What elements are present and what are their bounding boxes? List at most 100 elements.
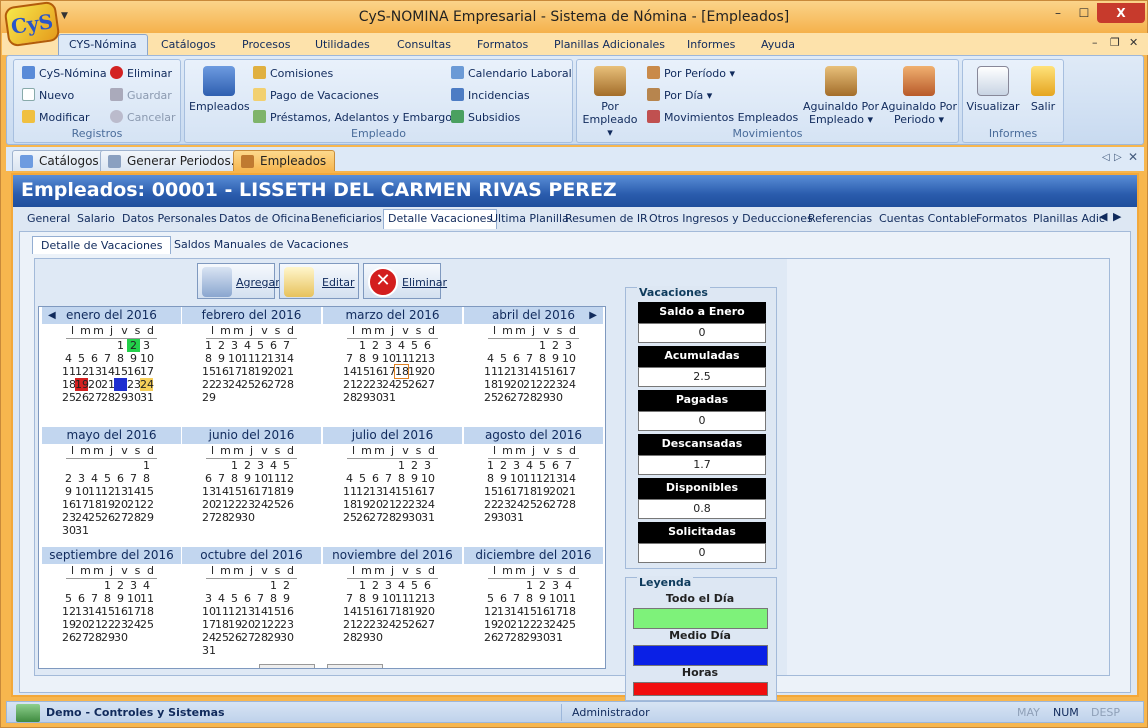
menu-consultas[interactable]: Consultas — [397, 38, 451, 51]
day-cell[interactable]: 4 — [267, 459, 280, 472]
day-cell[interactable]: 14 — [280, 352, 294, 365]
tab-planillas-adic[interactable]: Planillas Adic — [1033, 212, 1105, 225]
day-cell[interactable]: 12 — [75, 365, 89, 378]
day-cell[interactable]: 10 — [75, 485, 89, 498]
day-cell[interactable]: 29 — [101, 631, 115, 644]
day-cell[interactable]: 19 — [536, 485, 550, 498]
day-cell[interactable]: 14 — [343, 605, 357, 618]
day-cell[interactable]: 6 — [88, 352, 101, 365]
day-cell[interactable]: 11 — [484, 365, 498, 378]
day-cell[interactable]: 31 — [549, 631, 563, 644]
day-cell[interactable]: 20 — [267, 365, 281, 378]
day-cell[interactable]: 22 — [267, 618, 281, 631]
day-cell[interactable]: 15 — [267, 605, 281, 618]
tab-beneficiarios[interactable]: Beneficiarios — [311, 212, 382, 225]
day-cell[interactable]: 17 — [254, 485, 268, 498]
tab-datos-oficina[interactable]: Datos de Oficina — [219, 212, 310, 225]
day-cell[interactable]: 15 — [356, 605, 370, 618]
day-cell[interactable]: 26 — [62, 631, 76, 644]
day-cell[interactable]: 29 — [395, 511, 409, 524]
tab-general[interactable]: General — [27, 212, 70, 225]
day-cell[interactable]: 3 — [382, 339, 395, 352]
day-cell[interactable]: 29 — [523, 631, 537, 644]
day-cell[interactable]: 23 — [408, 498, 422, 511]
day-cell[interactable]: 30 — [127, 391, 141, 404]
pago-vacaciones-button[interactable]: Pago de Vacaciones — [253, 88, 379, 102]
day-cell[interactable]: 18 — [267, 485, 281, 498]
day-cell[interactable]: 20 — [75, 618, 89, 631]
day-cell[interactable]: 20 — [497, 618, 511, 631]
day-cell[interactable]: 17 — [562, 365, 576, 378]
day-cell[interactable]: 27 — [421, 378, 435, 391]
tab-salario[interactable]: Salario — [77, 212, 115, 225]
day-cell[interactable]: 14 — [562, 472, 576, 485]
day-cell[interactable]: 20 — [421, 605, 435, 618]
day-cell[interactable]: 7 — [510, 592, 523, 605]
day-cell[interactable]: 12 — [497, 365, 511, 378]
day-cell[interactable]: 7 — [101, 352, 114, 365]
day-cell[interactable]: 11 — [343, 485, 357, 498]
day-cell[interactable]: 23 — [369, 378, 383, 391]
day-cell[interactable]: 22 — [356, 618, 370, 631]
day-cell[interactable]: 2 — [536, 579, 549, 592]
day-cell[interactable]: 23 — [127, 378, 141, 391]
day-cell[interactable]: 8 — [395, 472, 408, 485]
modificar-button[interactable]: Modificar — [22, 110, 90, 124]
day-cell[interactable]: 3 — [75, 472, 88, 485]
day-cell[interactable]: 22 — [140, 498, 154, 511]
day-cell[interactable]: 15 — [202, 365, 216, 378]
day-cell[interactable]: 10 — [382, 352, 396, 365]
day-cell[interactable]: 27 — [497, 631, 511, 644]
day-cell[interactable]: 27 — [510, 391, 524, 404]
day-cell[interactable]: 26 — [356, 511, 370, 524]
day-cell[interactable]: 18 — [62, 378, 76, 391]
por-periodo-button[interactable]: Por Período ▾ — [647, 66, 735, 80]
day-cell[interactable]: 25 — [88, 511, 102, 524]
day-cell[interactable]: 22 — [202, 378, 216, 391]
day-cell[interactable]: 29 — [536, 391, 550, 404]
day-cell[interactable]: 30 — [241, 511, 255, 524]
day-cell[interactable]: 20 — [369, 498, 383, 511]
day-cell[interactable]: 8 — [523, 592, 536, 605]
day-cell[interactable]: 8 — [228, 472, 241, 485]
day-cell[interactable]: 24 — [75, 511, 89, 524]
day-cell[interactable]: 6 — [421, 579, 434, 592]
day-cell[interactable]: 13 — [510, 365, 524, 378]
day-cell[interactable]: 13 — [75, 605, 89, 618]
app-logo[interactable]: CyS — [3, 0, 61, 48]
day-cell[interactable]: 21 — [101, 378, 115, 391]
day-cell[interactable]: 17 — [510, 485, 524, 498]
tab-ultima-planilla[interactable]: Ultima Planilla — [490, 212, 569, 225]
day-cell[interactable]: 28 — [523, 391, 537, 404]
day-cell[interactable]: 19 — [280, 485, 294, 498]
day-cell[interactable]: 28 — [101, 391, 115, 404]
day-cell[interactable]: 30 — [549, 391, 563, 404]
day-cell[interactable]: 23 — [241, 498, 255, 511]
day-cell[interactable]: 13 — [241, 605, 255, 618]
day-cell[interactable]: 6 — [267, 339, 280, 352]
day-cell[interactable]: 5 — [280, 459, 293, 472]
day-cell[interactable]: 17 — [382, 605, 396, 618]
tab-cuentas-contable[interactable]: Cuentas Contable — [879, 212, 977, 225]
calendario-laboral-button[interactable]: Calendario Laboral — [451, 66, 572, 80]
day-cell[interactable]: 30 — [369, 631, 383, 644]
day-cell[interactable]: 12 — [101, 485, 115, 498]
day-cell[interactable]: 13 — [88, 365, 102, 378]
day-cell[interactable]: 13 — [497, 605, 511, 618]
day-cell[interactable]: 12 — [62, 605, 76, 618]
day-cell[interactable]: 27 — [549, 498, 563, 511]
maximize-button[interactable]: ☐ — [1071, 3, 1097, 23]
day-cell[interactable]: 27 — [202, 511, 216, 524]
day-cell[interactable]: 19 — [408, 605, 422, 618]
day-cell[interactable]: 10 — [549, 592, 563, 605]
day-cell[interactable]: 10 — [202, 605, 216, 618]
day-cell[interactable]: 2 — [62, 472, 75, 485]
day-cell[interactable]: 25 — [395, 618, 409, 631]
doc-tab-generar-periodos[interactable]: Generar Periodos... — [100, 150, 252, 171]
day-cell[interactable]: 14 — [343, 365, 357, 378]
day-cell[interactable]: 10 — [421, 472, 435, 485]
day-cell[interactable]: 28 — [215, 511, 229, 524]
day-cell[interactable]: 25 — [241, 378, 255, 391]
tab-detalle-vacaciones[interactable]: Detalle Vacaciones — [383, 209, 498, 229]
day-cell[interactable]: 15 — [523, 605, 537, 618]
